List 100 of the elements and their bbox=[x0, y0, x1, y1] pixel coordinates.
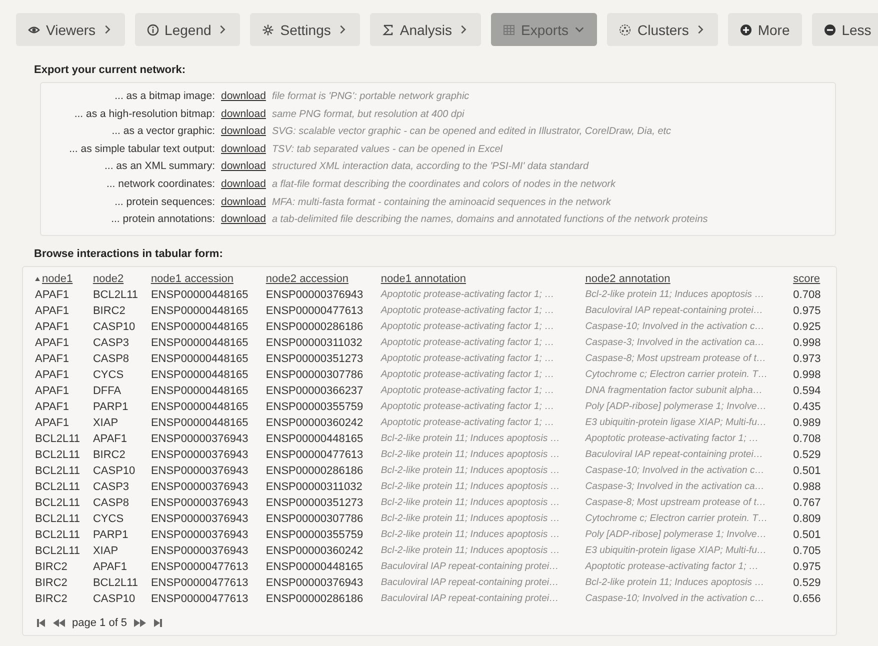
toolbar-button[interactable]: Less bbox=[812, 13, 878, 46]
table-cell-text: 0.529 bbox=[792, 576, 822, 591]
download-link[interactable]: download bbox=[221, 88, 266, 106]
table-cell-text: 0.998 bbox=[792, 368, 822, 383]
export-label: ... as simple tabular text output: bbox=[68, 142, 215, 157]
column-header[interactable]: node2 accession bbox=[266, 272, 348, 285]
table-cell-text: Apoptotic protease-activating factor 1; … bbox=[380, 320, 556, 334]
table-cell-text: XIAP bbox=[92, 544, 120, 559]
table-cell-text: Bcl-2-like protein 11; Induces apoptosis … bbox=[380, 432, 561, 446]
export-description: TSV: tab separated values - can be opened in Excel bbox=[272, 142, 504, 157]
table-cell-text: CYCS bbox=[92, 368, 125, 383]
download-link[interactable]: download bbox=[221, 194, 266, 212]
table-cell-text: 0.708 bbox=[792, 288, 822, 303]
download-link[interactable]: download bbox=[221, 158, 266, 176]
table-cell-text: Baculoviral IAP repeat-containing protei… bbox=[584, 448, 764, 462]
table-cell-text: ENSP00000307786 bbox=[264, 512, 364, 527]
table-cell-text: ENSP00000448165 bbox=[150, 288, 250, 303]
table-cell-text: BCL2L11 bbox=[34, 464, 82, 479]
table-cell-text: Caspase-10; Involved in the activation c… bbox=[584, 592, 766, 606]
table-cell-text: CASP3 bbox=[92, 336, 130, 351]
table-cell-text: ENSP00000311032 bbox=[264, 480, 364, 495]
export-label: ... as a vector graphic: bbox=[110, 124, 215, 140]
table-cell-text: BIRC2 bbox=[34, 576, 68, 591]
table-cell-text: APAF1 bbox=[34, 384, 70, 399]
table-cell-text: Poly [ADP-ribose] polymerase 1; Involve… bbox=[584, 528, 768, 542]
table-cell-text: ENSP00000286186 bbox=[264, 464, 364, 479]
table-cell-text: ENSP00000360242 bbox=[264, 544, 364, 559]
table-cell-text: 0.529 bbox=[792, 448, 822, 463]
toolbar-button[interactable]: Viewers bbox=[16, 13, 125, 46]
column-header[interactable]: node1 bbox=[42, 272, 73, 285]
table-cell-text: Bcl-2-like protein 11; Induces apoptosis … bbox=[584, 288, 766, 302]
table-cell-text: Apoptotic protease-activating factor 1; … bbox=[380, 304, 556, 318]
table-cell-text: ENSP00000307786 bbox=[264, 368, 364, 383]
table-cell-text: Baculoviral IAP repeat-containing protei… bbox=[380, 560, 560, 574]
table-cell-text: BCL2L11 bbox=[34, 496, 82, 511]
table-cell-text: Bcl-2-like protein 11; Induces apoptosis … bbox=[380, 528, 561, 542]
table-cell-text: ENSP00000355759 bbox=[264, 528, 364, 543]
table-cell-text: ENSP00000448165 bbox=[150, 304, 250, 319]
toolbar-button[interactable]: More bbox=[728, 13, 802, 46]
table-cell-text: Bcl-2-like protein 11; Induces apoptosis … bbox=[380, 464, 561, 478]
table-cell-text: ENSP00000355759 bbox=[264, 400, 364, 415]
table-cell-text: DFFA bbox=[92, 384, 122, 399]
table-cell-text: BCL2L11 bbox=[92, 288, 140, 303]
toolbar-button[interactable]: Analysis bbox=[370, 13, 481, 46]
export-label: ... protein sequences: bbox=[114, 194, 215, 210]
table-cell-text: BCL2L11 bbox=[34, 512, 82, 527]
table-cell-text: APAF1 bbox=[34, 336, 70, 351]
table-cell-text: APAF1 bbox=[34, 368, 70, 383]
table-cell-text: ENSP00000351273 bbox=[264, 496, 364, 511]
export-label: ... as a high-resolution bitmap: bbox=[73, 106, 215, 122]
table-cell-text: CASP8 bbox=[92, 352, 130, 367]
table-cell-text: ENSP00000311032 bbox=[264, 336, 364, 351]
first-page-icon[interactable] bbox=[37, 618, 48, 627]
table-cell-text: ENSP00000477613 bbox=[150, 576, 250, 591]
table-cell-text: ENSP00000477613 bbox=[264, 304, 364, 319]
table-cell-text: Bcl-2-like protein 11; Induces apoptosis … bbox=[380, 496, 561, 510]
column-header[interactable]: node1 annotation bbox=[380, 272, 466, 285]
table-cell-text: BCL2L11 bbox=[34, 544, 82, 559]
column-header[interactable]: node2 annotation bbox=[585, 272, 670, 285]
table-cell-text: Bcl-2-like protein 11; Induces apoptosis … bbox=[584, 576, 766, 590]
table-cell-text: CASP8 bbox=[92, 496, 130, 511]
table-cell-text: ENSP00000448165 bbox=[150, 416, 250, 431]
table-cell-text: 0.988 bbox=[792, 480, 822, 495]
table-cell-text: Bcl-2-like protein 11; Induces apoptosis … bbox=[380, 512, 561, 526]
minus-icon bbox=[824, 24, 836, 36]
last-page-icon[interactable] bbox=[151, 618, 162, 627]
table-cell-text: ENSP00000448165 bbox=[150, 400, 250, 415]
export-label: ... network coordinates: bbox=[105, 176, 215, 192]
download-link[interactable]: download bbox=[221, 211, 266, 229]
table-cell-text: PARP1 bbox=[92, 400, 130, 415]
table-cell-text: ENSP00000366237 bbox=[264, 384, 364, 399]
table-cell-text: ENSP00000360242 bbox=[264, 416, 364, 431]
table-cell-text: Apoptotic protease-activating factor 1; … bbox=[380, 384, 556, 398]
export-description: same PNG format, but resolution at 400 dpi bbox=[272, 108, 466, 122]
table-cell-text: E3 ubiquitin-protein ligase XIAP; Multi-fu… bbox=[584, 416, 768, 430]
column-header[interactable]: node2 bbox=[92, 272, 124, 285]
export-label: ... as an XML summary: bbox=[104, 159, 215, 174]
download-link[interactable]: download bbox=[221, 106, 266, 124]
table-cell-text: 0.989 bbox=[792, 416, 822, 431]
table-cell-text: Caspase-3; Involved in the activation ca… bbox=[584, 480, 766, 494]
table-cell-text: APAF1 bbox=[34, 288, 70, 303]
table-cell-text: APAF1 bbox=[34, 320, 70, 335]
toolbar-button[interactable]: Clusters bbox=[607, 13, 718, 46]
table-cell-text: Apoptotic protease-activating factor 1; … bbox=[584, 432, 760, 446]
download-link[interactable]: download bbox=[221, 123, 266, 141]
previous-page-icon[interactable] bbox=[53, 618, 67, 627]
table-cell-text: Caspase-10; Involved in the activation c… bbox=[584, 464, 766, 478]
table-cell-text: E3 ubiquitin-protein ligase XIAP; Multi-fu… bbox=[584, 544, 768, 558]
export-description: file format is 'PNG': portable network graphic bbox=[272, 90, 470, 104]
download-link[interactable]: download bbox=[221, 140, 266, 158]
table-cell-text: ENSP00000448165 bbox=[264, 560, 364, 575]
table-cell-text: Cytochrome c; Electron carrier protein. T… bbox=[584, 368, 769, 382]
toolbar-button[interactable]: Legend bbox=[134, 13, 240, 46]
column-header[interactable]: node1 accession bbox=[150, 272, 234, 285]
export-description: structured XML interaction data, according to the 'PSI-MI' data standard bbox=[272, 160, 590, 174]
toolbar-button[interactable]: Settings bbox=[250, 13, 360, 46]
download-link[interactable]: download bbox=[221, 176, 266, 194]
column-header[interactable]: score bbox=[793, 272, 820, 285]
table-cell-text: 0.705 bbox=[792, 544, 822, 559]
next-page-icon[interactable] bbox=[132, 618, 146, 627]
